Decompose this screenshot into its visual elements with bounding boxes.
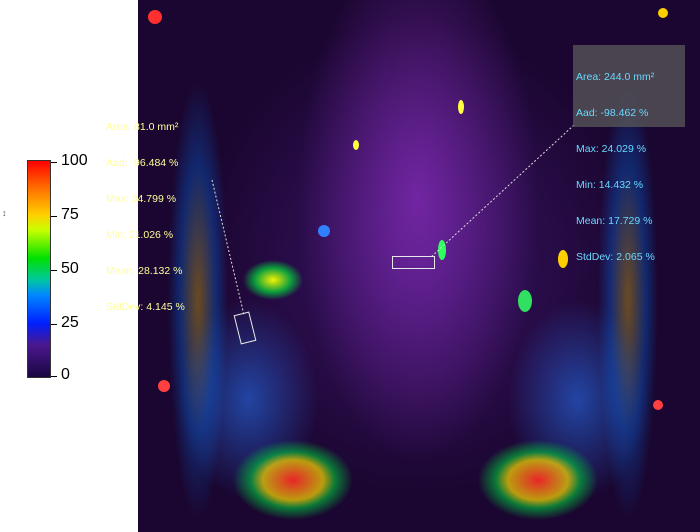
- roi-right-max: Max: 24.029 %: [576, 143, 647, 155]
- roi-left-aad: Aad: -96.484 %: [106, 157, 179, 169]
- roi-left-stats: Area: 81.0 mm² Aad: -96.484 % Max: 34.79…: [106, 97, 185, 325]
- signal-speckle: [658, 8, 668, 18]
- signal-speckle: [458, 100, 464, 114]
- signal-speckle: [653, 400, 663, 410]
- signal-speckle: [318, 225, 330, 237]
- colorbar-tick-100: 100: [51, 152, 88, 169]
- roi-left-min: Min: 21.026 %: [106, 229, 174, 241]
- roi-right-mean: Mean: 17.729 %: [576, 215, 653, 227]
- roi-right-stddev: StdDev: 2.065 %: [576, 251, 655, 263]
- signal-speckle: [158, 380, 170, 392]
- colorbar-tick-75: 75: [51, 206, 79, 223]
- roi-right-area: Area: 244.0 mm²: [576, 71, 655, 83]
- roi-right-rectangle[interactable]: [392, 256, 435, 269]
- signal-speckle: [148, 10, 162, 24]
- roi-left-area: Area: 81.0 mm²: [106, 121, 179, 133]
- roi-right-aad: Aad: -98.462 %: [576, 107, 649, 119]
- roi-left-mean: Mean: 28.132 %: [106, 265, 183, 277]
- resize-handle-icon[interactable]: ↕: [2, 208, 7, 218]
- roi-left-stddev: StdDev: 4.145 %: [106, 301, 185, 313]
- signal-speckle: [353, 140, 359, 150]
- roi-left-max: Max: 34.799 %: [106, 193, 177, 205]
- roi-right-stats: Area: 244.0 mm² Aad: -98.462 % Max: 24.0…: [573, 45, 685, 263]
- colorbar-tick-0: 0: [51, 366, 70, 383]
- signal-speckle: [558, 250, 568, 268]
- signal-speckle: [518, 290, 532, 312]
- colorbar-legend: 100 75 50 25 0: [27, 152, 107, 383]
- colorbar-tick-25: 25: [51, 314, 79, 331]
- signal-speckle: [438, 240, 446, 260]
- roi-right-min: Min: 14.432 %: [576, 179, 644, 191]
- colorbar-gradient: [27, 160, 51, 378]
- colorbar-tick-50: 50: [51, 260, 79, 277]
